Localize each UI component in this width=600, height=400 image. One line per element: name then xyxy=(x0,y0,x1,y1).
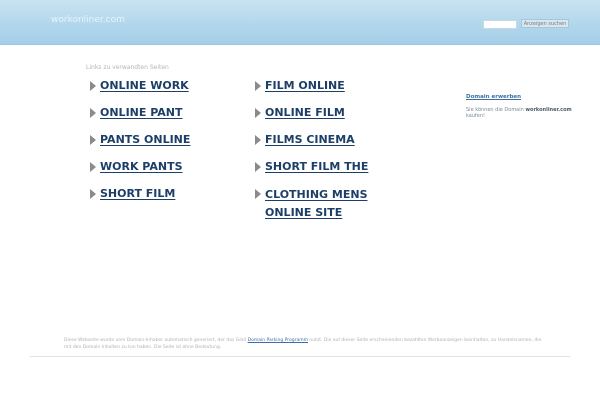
related-link[interactable]: ONLINE FILM xyxy=(265,106,345,119)
sidebar-text: Sie können die Domain workonliner.com ka… xyxy=(466,107,592,119)
related-link[interactable]: WORK PANTS xyxy=(100,160,183,173)
arrow-icon xyxy=(255,108,261,118)
related-link-item[interactable]: SHORT FILM THE xyxy=(255,159,415,175)
related-link[interactable]: CLOTHING MENS ONLINE SITE xyxy=(265,188,368,219)
arrow-icon xyxy=(255,189,261,199)
related-link-item[interactable]: CLOTHING MENS ONLINE SITE xyxy=(255,186,415,222)
arrow-icon xyxy=(90,108,96,118)
related-link[interactable]: ONLINE PANT xyxy=(100,106,182,119)
arrow-icon xyxy=(255,135,261,145)
domain-parking-link[interactable]: Domain Parking Programm xyxy=(248,338,308,343)
search-input[interactable] xyxy=(483,20,517,29)
search-button[interactable]: Anzeigen suchen xyxy=(521,19,569,28)
related-links-heading: Links zu verwandten Seiten xyxy=(86,64,169,71)
related-link[interactable]: PANTS ONLINE xyxy=(100,133,190,146)
related-link[interactable]: ONLINE WORK xyxy=(100,79,189,92)
arrow-icon xyxy=(90,81,96,91)
footer-disclaimer: Diese Webseite wurde vom Domain-Inhaber … xyxy=(64,337,549,351)
related-link[interactable]: SHORT FILM xyxy=(100,187,175,200)
top-banner: workonliner.com Anzeigen suchen xyxy=(0,0,600,45)
related-link-item[interactable]: PANTS ONLINE xyxy=(90,132,250,148)
related-link-item[interactable]: ONLINE PANT xyxy=(90,105,250,121)
related-links-right: FILM ONLINE ONLINE FILM FILMS CINEMA SHO… xyxy=(255,78,415,233)
related-link[interactable]: FILM ONLINE xyxy=(265,79,345,92)
footer-text-before: Diese Webseite wurde vom Domain-Inhaber … xyxy=(64,338,248,343)
footer-divider xyxy=(30,356,570,357)
related-link-item[interactable]: FILMS CINEMA xyxy=(255,132,415,148)
arrow-icon xyxy=(90,162,96,172)
related-link-item[interactable]: ONLINE WORK xyxy=(90,78,250,94)
arrow-icon xyxy=(90,189,96,199)
related-links-left: ONLINE WORK ONLINE PANT PANTS ONLINE WOR… xyxy=(90,78,250,213)
arrow-icon xyxy=(255,81,261,91)
sidebar-domain: workonliner.com xyxy=(525,107,572,113)
arrow-icon xyxy=(90,135,96,145)
related-link-item[interactable]: WORK PANTS xyxy=(90,159,250,175)
related-link-item[interactable]: FILM ONLINE xyxy=(255,78,415,94)
related-link-item[interactable]: ONLINE FILM xyxy=(255,105,415,121)
arrow-icon xyxy=(255,162,261,172)
sidebar-text-after: kaufen! xyxy=(466,113,486,119)
related-link[interactable]: SHORT FILM THE xyxy=(265,160,368,173)
domain-sidebar: Domain erwerben Sie können die Domain wo… xyxy=(462,94,592,119)
site-name: workonliner.com xyxy=(51,15,125,25)
buy-domain-link[interactable]: Domain erwerben xyxy=(466,94,592,100)
related-link-item[interactable]: SHORT FILM xyxy=(90,186,250,202)
related-link[interactable]: FILMS CINEMA xyxy=(265,133,355,146)
